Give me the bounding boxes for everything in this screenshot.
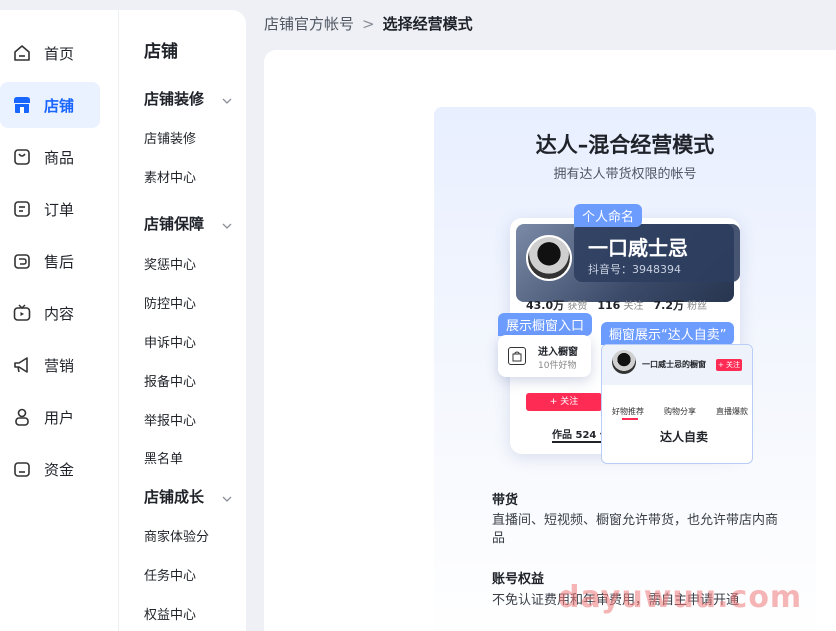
showcase-tabs: 好物推荐 购物分享 直播爆款 <box>612 406 748 417</box>
nav-label: 店铺 <box>44 96 75 115</box>
showcase-name: 一口威士忌的橱窗 <box>642 360 706 369</box>
order-icon <box>12 199 32 219</box>
nav-item-marketing[interactable]: 营销 <box>0 342 100 388</box>
sidebar-item-materials[interactable]: 素材中心 <box>144 167 196 186</box>
sidebar-item-appeal[interactable]: 申诉中心 <box>144 332 196 351</box>
nav-item-users[interactable]: 用户 <box>0 394 100 440</box>
sidebar-title: 店铺 <box>144 42 178 62</box>
bag-icon <box>12 147 32 167</box>
user-icon <box>12 407 32 427</box>
showcase-self-sell-label: 达人自卖 <box>660 430 709 444</box>
avatar <box>526 235 572 281</box>
tag-showcase-entry: 展示橱窗入口 <box>498 313 593 336</box>
sidebar-item-benefits[interactable]: 权益中心 <box>144 604 196 623</box>
nav-label: 商品 <box>44 148 75 167</box>
chevron-down-icon <box>222 90 232 108</box>
sidebar-group-label: 店铺装修 <box>144 90 205 108</box>
secondary-sidebar: 店铺 店铺装修 店铺装修 素材中心 店铺保障 奖惩中心 防控中心 申诉中心 报备… <box>118 10 246 631</box>
store-icon <box>12 95 32 115</box>
showcase-avatar <box>612 350 636 374</box>
nav-item-home[interactable]: 首页 <box>0 30 100 76</box>
douyin-id: 抖音号：3948394 <box>588 263 681 276</box>
nav-label: 资金 <box>44 460 75 479</box>
showcase-entry: 进入橱窗 10件好物 <box>498 335 591 377</box>
sidebar-item-decoration[interactable]: 店铺装修 <box>144 128 196 147</box>
section-heading-rights: 账号权益 <box>492 572 545 587</box>
sidebar-item-blacklist[interactable]: 黑名单 <box>144 448 183 467</box>
megaphone-icon <box>12 355 32 375</box>
sidebar-group-guarantee[interactable]: 店铺保障 <box>144 213 232 234</box>
section-heading-selling: 带货 <box>492 493 519 508</box>
nav-item-content[interactable]: 内容 <box>0 290 100 336</box>
shopping-bag-icon <box>508 347 526 365</box>
sidebar-item-report-filing[interactable]: 报备中心 <box>144 371 196 390</box>
watermark: dayuwuu.com <box>558 580 803 615</box>
section-text-selling: 直播间、短视频、橱窗允许带货，也允许带店内商品 <box>492 513 779 546</box>
profile-stats: 43.0万 获赞 116 关注 7.2万 粉丝 <box>526 297 707 313</box>
primary-nav: 首页 店铺 商品 订单 售后 内容 营销 用户 资金 <box>0 10 118 631</box>
chevron-down-icon <box>222 488 232 506</box>
nav-item-store[interactable]: 店铺 <box>0 82 100 128</box>
stat-fans: 7.2万 粉丝 <box>653 299 708 312</box>
sidebar-group-label: 店铺成长 <box>144 488 205 506</box>
mode-title: 达人–混合经营模式 <box>535 133 715 157</box>
nav-label: 内容 <box>44 304 75 323</box>
entry-title: 进入橱窗 <box>538 347 578 358</box>
showcase-tab-indicator <box>622 418 638 420</box>
sidebar-group-label: 店铺保障 <box>144 215 205 233</box>
nav-item-after-sale[interactable]: 售后 <box>0 238 100 284</box>
home-icon <box>12 43 32 63</box>
showcase-tab: 直播爆款 <box>716 407 748 416</box>
sidebar-item-report[interactable]: 举报中心 <box>144 410 196 429</box>
chevron-down-icon <box>222 215 232 233</box>
nav-label: 订单 <box>44 200 75 219</box>
breadcrumb: 店铺官方帐号 > 选择经营模式 <box>264 13 473 34</box>
wallet-icon <box>12 459 32 479</box>
sidebar-group-decoration[interactable]: 店铺装修 <box>144 88 232 109</box>
entry-subtitle: 10件好物 <box>538 361 577 371</box>
nav-label: 营销 <box>44 356 75 375</box>
nav-label: 用户 <box>44 408 75 427</box>
showcase-follow: + 关注 <box>716 359 742 371</box>
stat-likes: 43.0万 获赞 <box>526 299 588 312</box>
mode-subtitle: 拥有达人带货权限的帐号 <box>553 167 697 182</box>
showcase-tab: 好物推荐 <box>612 407 644 416</box>
breadcrumb-current: 选择经营模式 <box>382 15 473 33</box>
follow-button: + 关注 <box>526 393 602 411</box>
sidebar-item-rewards[interactable]: 奖惩中心 <box>144 254 196 273</box>
profile-name: 一口威士忌 <box>588 236 688 260</box>
nav-label: 首页 <box>44 44 75 63</box>
tv-icon <box>12 303 32 323</box>
sidebar-item-experience-score[interactable]: 商家体验分 <box>144 526 209 545</box>
nav-item-orders[interactable]: 订单 <box>0 186 100 232</box>
showcase-tab: 购物分享 <box>664 407 696 416</box>
nav-label: 售后 <box>44 252 75 271</box>
stat-following: 116 关注 <box>597 299 644 312</box>
after-sale-icon <box>12 251 32 271</box>
tag-showcase-display: 橱窗展示“达人自卖” <box>601 322 735 345</box>
sidebar-item-control[interactable]: 防控中心 <box>144 293 196 312</box>
works-underline <box>552 441 602 443</box>
breadcrumb-separator: > <box>362 14 375 33</box>
tag-personal-name: 个人命名 <box>574 204 643 227</box>
sidebar-group-growth[interactable]: 店铺成长 <box>144 486 232 507</box>
works-tab: 作品 524 ▾ <box>552 430 605 441</box>
breadcrumb-parent[interactable]: 店铺官方帐号 <box>264 13 354 34</box>
sidebar-item-tasks[interactable]: 任务中心 <box>144 565 196 584</box>
nav-item-products[interactable]: 商品 <box>0 134 100 180</box>
nav-item-funds[interactable]: 资金 <box>0 446 100 492</box>
